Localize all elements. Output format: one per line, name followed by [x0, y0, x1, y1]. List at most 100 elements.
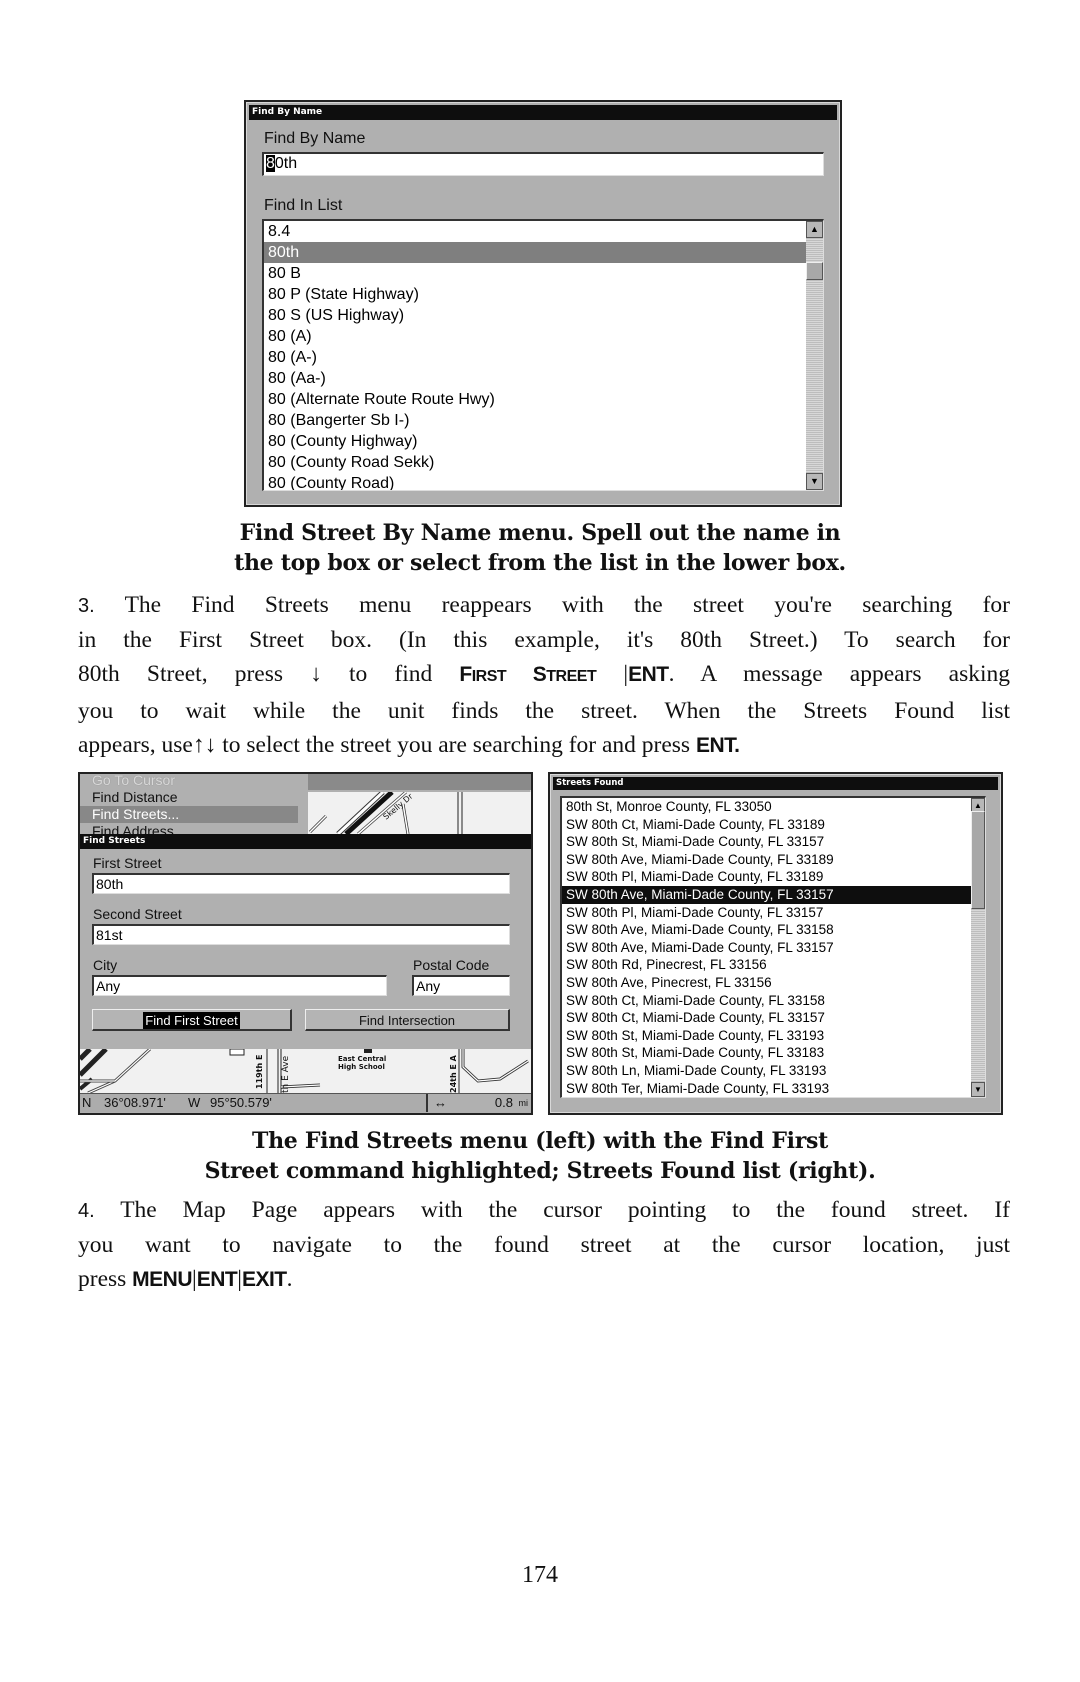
latitude: 36°08.971' [104, 1095, 166, 1110]
coordinates-readout: N 36°08.971' W 95°50.579' [80, 1094, 428, 1112]
list-scrollbar[interactable]: ▲ ▼ [806, 221, 823, 490]
list-item[interactable]: 80 (Bangerter Sb I-) [264, 410, 806, 431]
street-result-item[interactable]: SW 80th Ct, Miami-Dade County, FL 33157 [562, 1009, 971, 1027]
street-result-item[interactable]: SW 80th Ter, Miami-Dade County, FL 33193 [562, 1080, 971, 1097]
streets-found-title-bar: Streets Found [553, 777, 998, 790]
list-item[interactable]: 80 (Alternate Route Route Hwy) [264, 389, 806, 410]
text-cursor: 8 [266, 155, 275, 172]
street-result-item[interactable]: SW 80th St, Miami-Dade County, FL 33183 [562, 1044, 971, 1062]
text: appears, use [78, 732, 193, 758]
find-streets-dialog: First Street 80th Second Street 81st Cit… [80, 849, 531, 1049]
street-result-item[interactable]: SW 80th St, Miami-Dade County, FL 33157 [562, 833, 971, 851]
postal-code-label: Postal Code [413, 957, 490, 973]
find-in-list-label: Find In List [264, 197, 343, 214]
key-menu: MENU [132, 1268, 193, 1291]
longitude: 95°50.579' [210, 1095, 272, 1110]
find-by-name-input[interactable]: 80th [262, 152, 824, 176]
street-result-item[interactable]: SW 80th Ct, Miami-Dade County, FL 33189 [562, 816, 971, 834]
find-first-street-button[interactable]: Find First Street [92, 1009, 292, 1031]
list-item[interactable]: 80 (County Road) [264, 473, 806, 490]
find-streets-title-bar: Find Streets [80, 834, 531, 849]
street-result-item[interactable]: SW 80th Pl, Miami-Dade County, FL 33189 [562, 868, 971, 886]
zoom-range-readout: ↔ 0.8 mi [430, 1094, 531, 1112]
street-result-item[interactable]: SW 80th Ln, Miami-Dade County, FL 33193 [562, 1062, 971, 1080]
key-first-street: FIRST STREET [459, 663, 597, 686]
menu-item[interactable]: Go To Cursor [80, 774, 298, 789]
list-item[interactable]: 80 (Aa-) [264, 368, 806, 389]
street-result-item[interactable]: SW 80th Ave, Miami-Dade County, FL 33157 [562, 939, 971, 957]
down-arrow-icon: ↓ [310, 661, 322, 687]
find-intersection-button[interactable]: Find Intersection [305, 1009, 510, 1031]
up-down-arrow-icon: ↑↓ [192, 732, 217, 758]
figure-caption-2: The Find Streets menu (left) with the Fi… [0, 1126, 1080, 1186]
triangle-up-icon: ▲ [974, 801, 982, 810]
street-result-item[interactable]: SW 80th Ave, Miami-Dade County, FL 33189 [562, 851, 971, 869]
map-street-label: 24th E A [449, 1054, 458, 1093]
street-result-item[interactable]: 80th St, Monroe County, FL 33050 [562, 798, 971, 816]
zoom-value: 0.8 [494, 1095, 513, 1110]
map-header-strip [308, 774, 531, 790]
first-street-input[interactable]: 80th [92, 873, 510, 894]
list-item[interactable]: 80th [264, 242, 806, 263]
paragraph-line: 80th Street, press ↓ to find FIRST STREE… [78, 657, 1010, 694]
list-item[interactable]: 80 S (US Highway) [264, 305, 806, 326]
page-number: 174 [522, 1562, 558, 1588]
list-item[interactable]: 80 (A-) [264, 347, 806, 368]
city-label: City [93, 957, 118, 973]
text: to select the street you are searching f… [222, 732, 691, 758]
text: . [286, 1266, 293, 1292]
find-in-list-listbox[interactable]: 8.4 80th 80 B 80 P (State Highway) 80 S (US … [262, 219, 824, 491]
map-poi-label: High School [338, 1063, 385, 1071]
streets-found-listbox[interactable]: 80th St, Monroe County, FL 33050 SW 80th … [560, 796, 986, 1098]
list-item[interactable]: 80 B [264, 263, 806, 284]
button-label: Find First Street [143, 1012, 240, 1029]
menu-item[interactable]: Find Streets... [80, 806, 298, 823]
left-right-arrow-icon: ↔ [434, 1095, 447, 1110]
paragraph-line: in the First Street box. (In this exampl… [78, 627, 1010, 653]
paragraph-line: 3. The Find Streets menu reappears with … [78, 588, 1010, 623]
list-item[interactable]: 8.4 [264, 221, 806, 242]
postal-code-input[interactable]: Any [412, 975, 510, 996]
key-ent: ENT [628, 663, 669, 686]
caption-line: Find Street By Name menu. Spell out the … [239, 520, 841, 546]
first-street-label: First Street [93, 855, 162, 871]
scroll-thumb[interactable] [971, 811, 985, 909]
map-poi-label: East Central [338, 1055, 386, 1063]
caption-line: Street command highlighted; Streets Foun… [204, 1158, 876, 1184]
text: press [78, 1266, 127, 1292]
triangle-up-icon: ▲ [810, 224, 819, 234]
second-street-input[interactable]: 81st [92, 924, 510, 945]
status-bar: N 36°08.971' W 95°50.579' ↔ 0.8 mi [80, 1093, 531, 1113]
step-number: 4. [78, 1200, 95, 1222]
street-result-item[interactable]: SW 80th Pl, Miami-Dade County, FL 33157 [562, 904, 971, 922]
menu-item[interactable]: Find Distance [80, 789, 298, 806]
scroll-thumb[interactable] [806, 262, 823, 281]
text: to find [349, 661, 433, 687]
zoom-unit: mi [518, 1098, 529, 1108]
map-roads: 119th E th E Ave East Central High Schoo… [80, 1049, 529, 1093]
triangle-down-icon: ▼ [810, 476, 819, 486]
list-item[interactable]: 80 P (State Highway) [264, 284, 806, 305]
street-result-item[interactable]: SW 80th St, Miami-Dade County, FL 33193 [562, 1027, 971, 1045]
lat-hemisphere: N [82, 1095, 92, 1110]
street-result-item[interactable]: SW 80th Rd, Pinecrest, FL 33156 [562, 956, 971, 974]
list-scrollbar[interactable]: ▲ ▼ [971, 798, 985, 1097]
paragraph-line: 4. The Map Page appears with the cursor … [78, 1193, 1010, 1228]
map-roads: Skelly Dr [308, 792, 463, 834]
city-input[interactable]: Any [92, 975, 387, 996]
street-result-item[interactable]: SW 80th Ave, Miami-Dade County, FL 33158 [562, 921, 971, 939]
scroll-down-button[interactable]: ▼ [806, 473, 823, 490]
street-result-item[interactable]: SW 80th Ct, Miami-Dade County, FL 33158 [562, 992, 971, 1010]
scroll-down-button[interactable]: ▼ [971, 1082, 985, 1097]
text: The Find Streets menu reappears with the… [124, 592, 1011, 618]
scroll-up-button[interactable]: ▲ [806, 221, 823, 238]
map-view-top: Skelly Dr [308, 792, 531, 834]
dialog-title-bar: Find By Name [249, 105, 837, 120]
map-menu: Go To Cursor Find Distance Find Streets...… [80, 774, 308, 839]
list-item[interactable]: 80 (County Road Sekk) [264, 452, 806, 473]
list-item[interactable]: 80 (County Highway) [264, 431, 806, 452]
list-item[interactable]: 80 (A) [264, 326, 806, 347]
paragraph-line: you to wait while the unit finds the str… [78, 698, 1010, 724]
street-result-item[interactable]: SW 80th Ave, Miami-Dade County, FL 33157 [562, 886, 971, 904]
street-result-item[interactable]: SW 80th Ave, Pinecrest, FL 33156 [562, 974, 971, 992]
